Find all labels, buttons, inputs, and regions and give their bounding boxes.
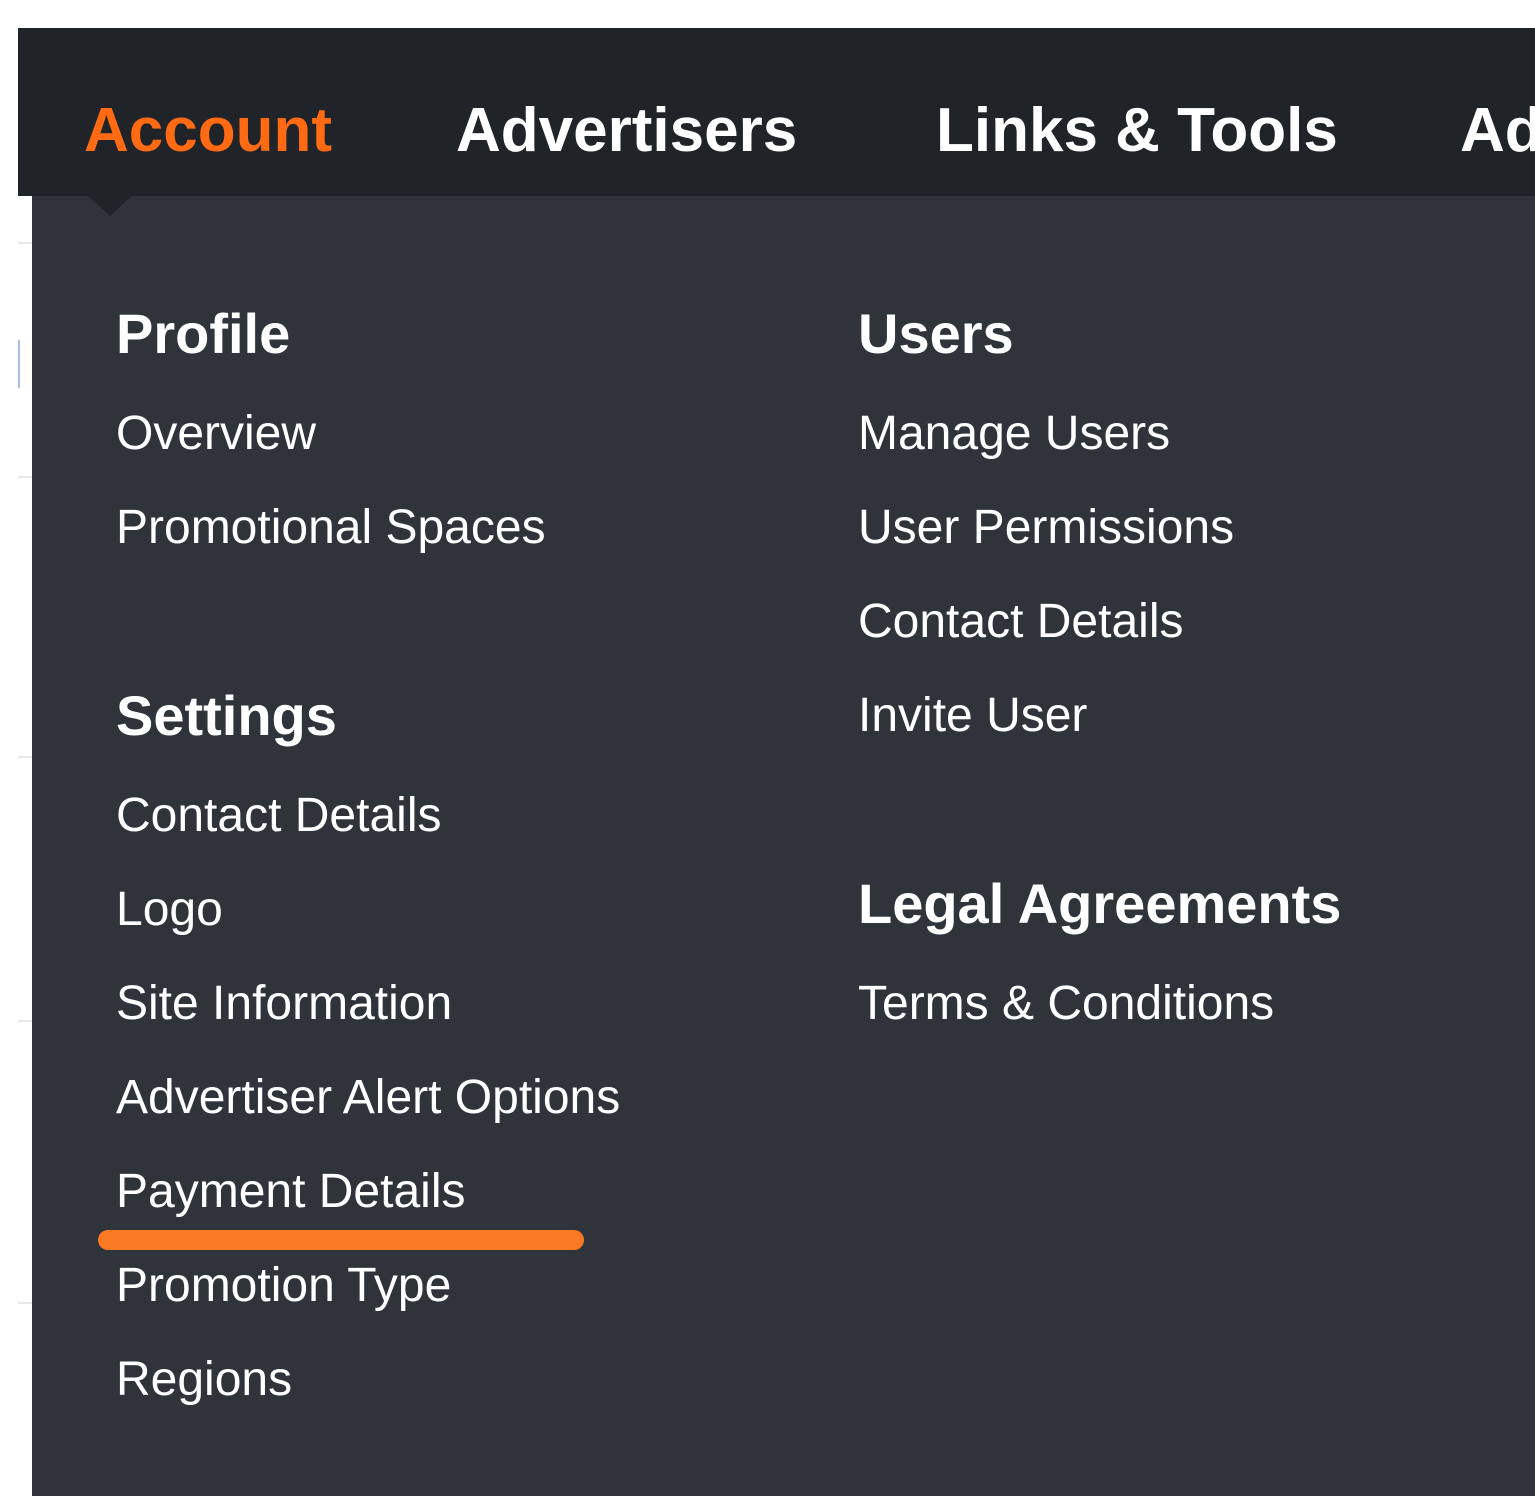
nav-tab-ad-truncated[interactable]: Ad (1460, 100, 1535, 162)
settings-heading: Settings (116, 684, 337, 747)
users-heading: Users (858, 302, 1014, 365)
page: Account Advertisers Links & Tools Ad Pro… (0, 0, 1535, 1496)
menu-link-manage-users[interactable]: Manage Users (858, 410, 1170, 458)
background-divider (18, 1302, 32, 1304)
background-divider (18, 756, 32, 758)
menu-link-overview[interactable]: Overview (116, 410, 316, 458)
menu-link-logo[interactable]: Logo (116, 886, 223, 934)
menu-link-regions[interactable]: Regions (116, 1356, 292, 1404)
menu-link-advertiser-alert-options[interactable]: Advertiser Alert Options (116, 1074, 620, 1122)
menu-link-users-contact-details[interactable]: Contact Details (858, 598, 1183, 646)
menu-link-settings-contact-details[interactable]: Contact Details (116, 792, 441, 840)
menu-link-payment-details[interactable]: Payment Details (116, 1168, 465, 1216)
menu-link-promotional-spaces[interactable]: Promotional Spaces (116, 504, 546, 552)
profile-heading: Profile (116, 302, 291, 365)
menu-link-user-permissions[interactable]: User Permissions (858, 504, 1234, 552)
top-nav-bar: Account Advertisers Links & Tools Ad (18, 28, 1535, 196)
legal-agreements-heading: Legal Agreements (858, 872, 1342, 935)
menu-link-invite-user[interactable]: Invite User (858, 692, 1087, 740)
menu-link-promotion-type[interactable]: Promotion Type (116, 1262, 451, 1310)
menu-link-site-information[interactable]: Site Information (116, 980, 452, 1028)
menu-link-terms-conditions[interactable]: Terms & Conditions (858, 980, 1274, 1028)
background-divider (18, 1020, 32, 1022)
background-divider (18, 242, 32, 244)
nav-tab-account[interactable]: Account (84, 100, 332, 162)
nav-tab-advertisers[interactable]: Advertisers (456, 100, 797, 162)
background-text-fragment (18, 340, 32, 388)
payment-details-highlight-underline (98, 1230, 584, 1250)
nav-tab-links-tools[interactable]: Links & Tools (936, 100, 1338, 162)
dropdown-caret-icon (86, 194, 134, 216)
background-divider (18, 476, 32, 478)
